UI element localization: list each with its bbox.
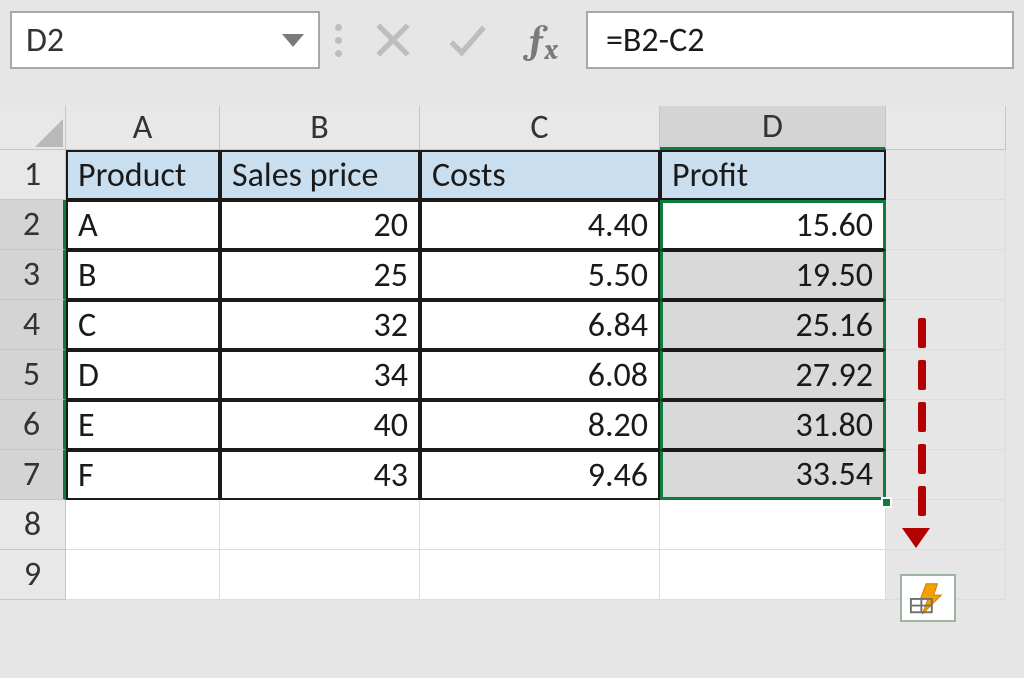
row-3: 3 B 25 5.50 19.50	[0, 250, 1006, 300]
name-box-dropdown-icon[interactable]	[282, 34, 304, 47]
cell-d5[interactable]: 27.92	[660, 350, 886, 400]
cell-a1[interactable]: Product	[66, 150, 220, 200]
cell-b8[interactable]	[220, 500, 420, 550]
column-header-row: A B C D	[0, 106, 1006, 150]
select-all-corner[interactable]	[0, 106, 66, 150]
cell-c3[interactable]: 5.50	[420, 250, 660, 300]
fx-label: ƒx	[526, 17, 556, 63]
cell-c4[interactable]: 6.84	[420, 300, 660, 350]
fill-handle[interactable]	[881, 497, 892, 508]
row-header-7[interactable]: 7	[0, 450, 66, 500]
check-icon	[446, 19, 488, 61]
cell-b2[interactable]: 20	[220, 200, 420, 250]
spreadsheet-grid: A B C D 1 Product Sales price Costs Prof…	[0, 106, 1006, 600]
cell-c1[interactable]: Costs	[420, 150, 660, 200]
row-header-1[interactable]: 1	[0, 150, 66, 200]
cell-d7[interactable]: 33.54	[660, 450, 886, 500]
cell-a4[interactable]: C	[66, 300, 220, 350]
insert-function-button[interactable]: ƒx	[504, 11, 578, 69]
column-header-b[interactable]: B	[220, 106, 420, 150]
row-header-3[interactable]: 3	[0, 250, 66, 300]
cell-a2[interactable]: A	[66, 200, 220, 250]
cell-d9[interactable]	[660, 550, 886, 600]
cell-c6[interactable]: 8.20	[420, 400, 660, 450]
row-7: 7 F 43 9.46 33.54	[0, 450, 1006, 500]
cell-d6[interactable]: 31.80	[660, 400, 886, 450]
cell-c5[interactable]: 6.08	[420, 350, 660, 400]
cell-c9[interactable]	[420, 550, 660, 600]
cell-c8[interactable]	[420, 500, 660, 550]
formula-bar-grip[interactable]	[320, 21, 356, 60]
select-all-triangle-icon	[35, 119, 63, 147]
cell-e6[interactable]	[886, 400, 1006, 450]
autofill-options-button[interactable]	[900, 574, 956, 622]
cell-c7[interactable]: 9.46	[420, 450, 660, 500]
cell-a6[interactable]: E	[66, 400, 220, 450]
cell-e7[interactable]	[886, 450, 1006, 500]
cell-b1[interactable]: Sales price	[220, 150, 420, 200]
autofill-options-icon	[909, 581, 947, 615]
cell-b3[interactable]: 25	[220, 250, 420, 300]
row-2: 2 A 20 4.40 15.60	[0, 200, 1006, 250]
column-header-d[interactable]: D	[660, 106, 886, 150]
cell-b4[interactable]: 32	[220, 300, 420, 350]
cell-a8[interactable]	[66, 500, 220, 550]
formula-bar: D2 ƒx =B2-C2	[10, 10, 1014, 70]
drag-down-arrow-icon	[912, 318, 932, 552]
cell-b5[interactable]: 34	[220, 350, 420, 400]
cell-d8[interactable]	[660, 500, 886, 550]
row-header-5[interactable]: 5	[0, 350, 66, 400]
row-8: 8	[0, 500, 1006, 550]
row-9: 9	[0, 550, 1006, 600]
cell-d2[interactable]: 15.60	[660, 200, 886, 250]
cell-d4[interactable]: 25.16	[660, 300, 886, 350]
cell-e2[interactable]	[886, 200, 1006, 250]
column-header-a[interactable]: A	[66, 106, 220, 150]
column-header-blank[interactable]	[886, 106, 1006, 150]
row-6: 6 E 40 8.20 31.80	[0, 400, 1006, 450]
cancel-button[interactable]	[356, 11, 430, 69]
column-header-c[interactable]: C	[420, 106, 660, 150]
row-header-9[interactable]: 9	[0, 550, 66, 600]
row-header-8[interactable]: 8	[0, 500, 66, 550]
cell-a9[interactable]	[66, 550, 220, 600]
row-header-2[interactable]: 2	[0, 200, 66, 250]
enter-button[interactable]	[430, 11, 504, 69]
cancel-icon	[372, 19, 414, 61]
row-1: 1 Product Sales price Costs Profit	[0, 150, 1006, 200]
cell-d1[interactable]: Profit	[660, 150, 886, 200]
cell-e3[interactable]	[886, 250, 1006, 300]
row-5: 5 D 34 6.08 27.92	[0, 350, 1006, 400]
cell-e1[interactable]	[886, 150, 1006, 200]
cell-a7[interactable]: F	[66, 450, 220, 500]
name-box-value: D2	[26, 20, 282, 61]
cell-b6[interactable]: 40	[220, 400, 420, 450]
cell-b9[interactable]	[220, 550, 420, 600]
cell-b7[interactable]: 43	[220, 450, 420, 500]
formula-value: =B2-C2	[606, 20, 704, 61]
formula-input[interactable]: =B2-C2	[586, 11, 1014, 69]
row-header-4[interactable]: 4	[0, 300, 66, 350]
cell-e4[interactable]	[886, 300, 1006, 350]
cell-a3[interactable]: B	[66, 250, 220, 300]
cell-c2[interactable]: 4.40	[420, 200, 660, 250]
name-box[interactable]: D2	[10, 11, 320, 69]
row-4: 4 C 32 6.84 25.16	[0, 300, 1006, 350]
cell-e5[interactable]	[886, 350, 1006, 400]
row-header-6[interactable]: 6	[0, 400, 66, 450]
cell-a5[interactable]: D	[66, 350, 220, 400]
cell-d3[interactable]: 19.50	[660, 250, 886, 300]
